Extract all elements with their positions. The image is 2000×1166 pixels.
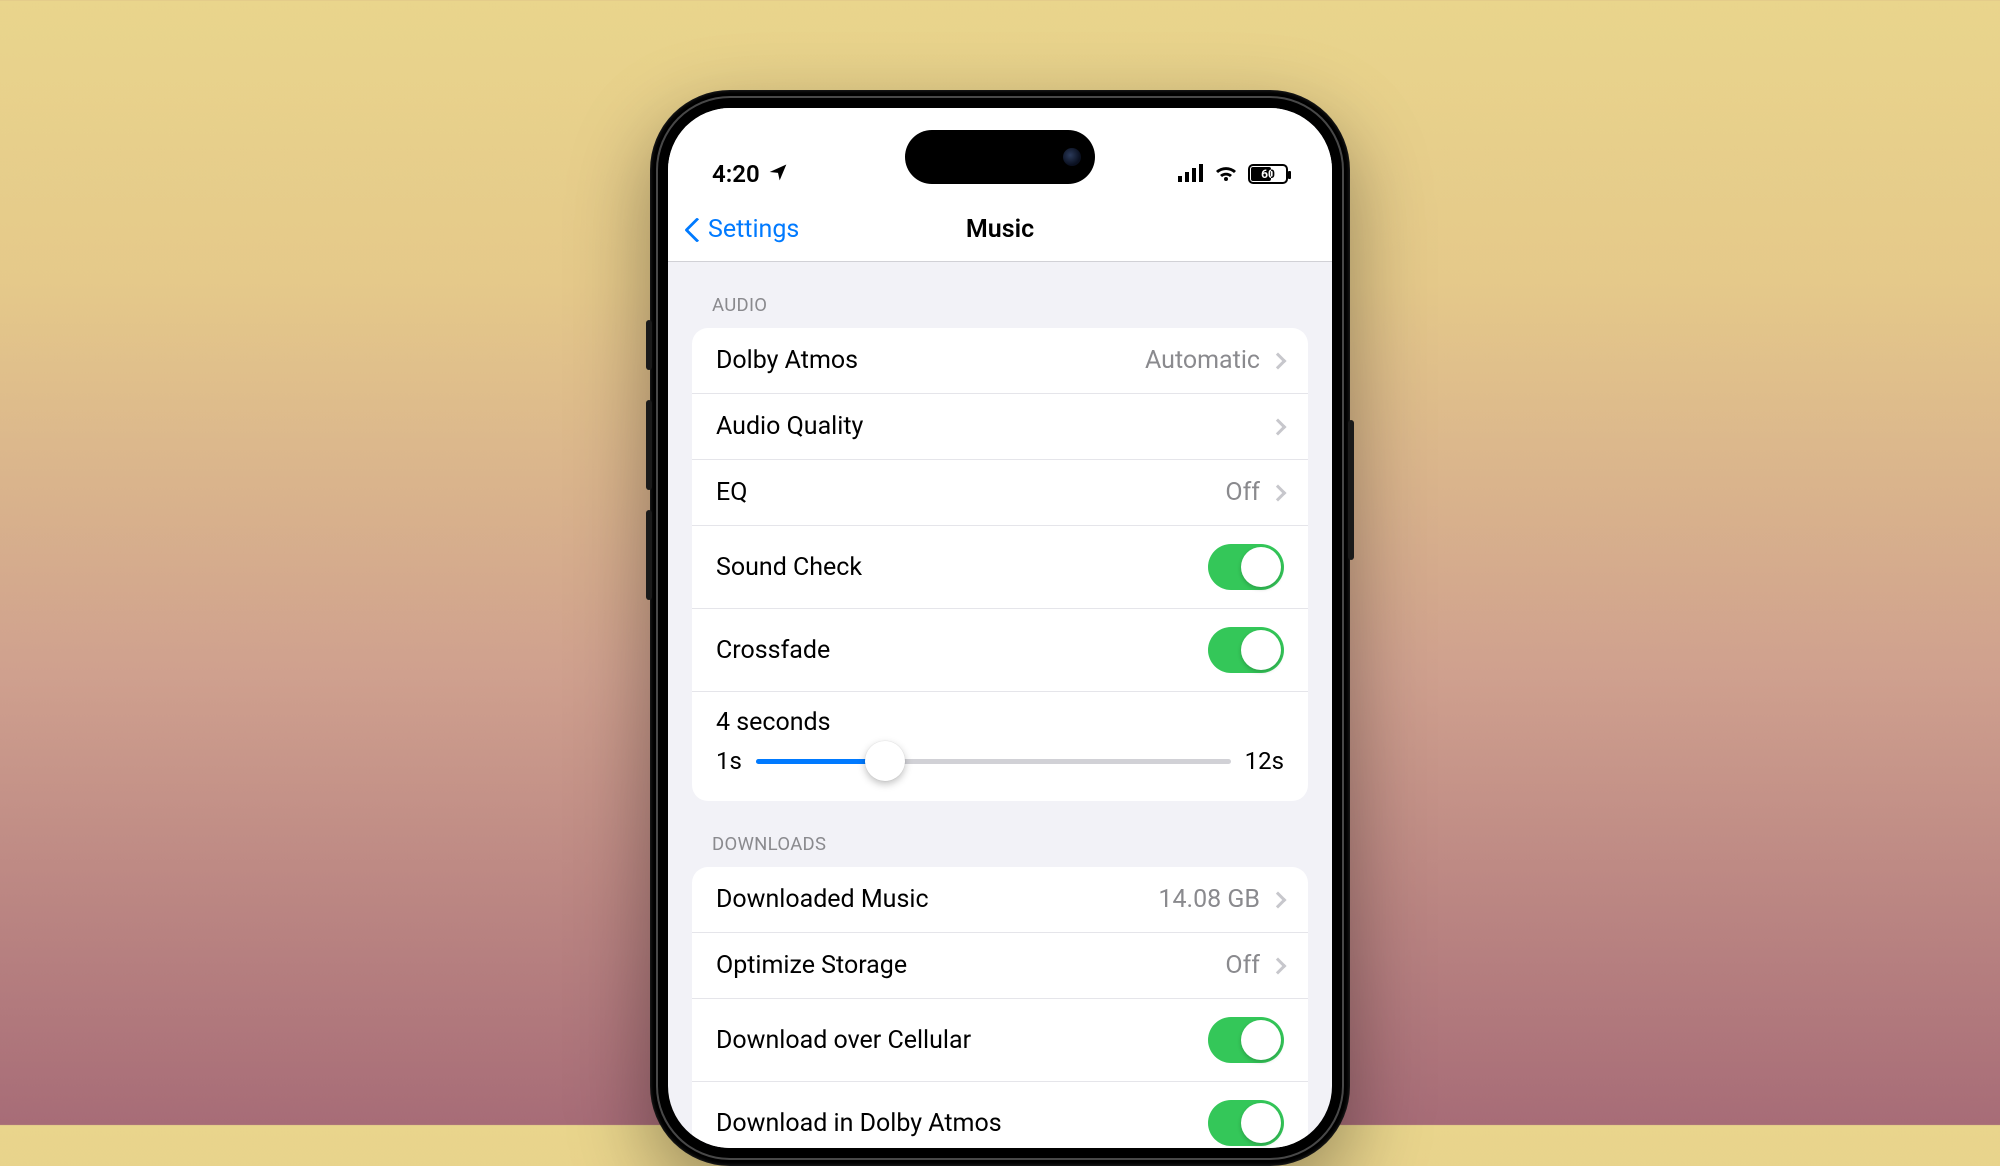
back-button[interactable]: Settings [688,198,799,261]
row-label: Downloaded Music [716,885,929,914]
row-download-dolby: Download in Dolby Atmos [692,1082,1308,1148]
row-value: 14.08 GB [1158,885,1260,914]
row-optimize-storage[interactable]: Optimize Storage Off [692,933,1308,999]
toggle-download-dolby[interactable] [1208,1100,1284,1146]
toggle-download-cellular[interactable] [1208,1017,1284,1063]
row-value: Off [1225,951,1260,980]
row-label: Download in Dolby Atmos [716,1109,1002,1138]
battery-icon: 60 [1248,164,1288,184]
group-audio: Dolby Atmos Automatic Audio Quality EQ [692,328,1308,801]
row-crossfade-slider: 4 seconds 1s 12s [692,692,1308,801]
chevron-right-icon [1270,484,1287,501]
row-sound-check: Sound Check [692,526,1308,609]
mute-switch [646,320,652,370]
chevron-right-icon [1270,352,1287,369]
row-label: Sound Check [716,553,862,582]
crossfade-slider[interactable] [756,759,1231,764]
row-label: Dolby Atmos [716,346,858,375]
toggle-sound-check[interactable] [1208,544,1284,590]
cellular-icon [1178,160,1204,188]
volume-up-button [646,400,652,490]
group-downloads: Downloaded Music 14.08 GB Optimize Stora… [692,867,1308,1148]
dynamic-island [905,130,1095,184]
row-value: Automatic [1145,346,1260,375]
location-icon [768,160,788,188]
nav-bar: Settings Music [668,198,1332,262]
volume-down-button [646,510,652,600]
row-value: Off [1225,478,1260,507]
slider-value-label: 4 seconds [716,708,1284,737]
back-label: Settings [708,215,799,244]
row-label: Optimize Storage [716,951,907,980]
toggle-crossfade[interactable] [1208,627,1284,673]
row-label: Audio Quality [716,412,863,441]
content: AUDIO Dolby Atmos Automatic Audio Qualit… [668,262,1332,1148]
chevron-left-icon [684,217,709,242]
battery-text: 60 [1250,167,1286,181]
row-label: EQ [716,478,747,507]
section-header-audio: AUDIO [668,262,1332,328]
slider-thumb[interactable] [865,741,905,781]
chevron-right-icon [1270,957,1287,974]
screen: 4:20 60 Setti [668,108,1332,1148]
row-label: Download over Cellular [716,1026,971,1055]
row-label: Crossfade [716,636,830,665]
status-time: 4:20 [712,160,760,188]
row-audio-quality[interactable]: Audio Quality [692,394,1308,460]
power-button [1348,420,1354,560]
section-header-downloads: DOWNLOADS [668,801,1332,867]
slider-min-label: 1s [716,747,742,775]
row-crossfade: Crossfade [692,609,1308,692]
camera-icon [1063,148,1081,166]
chevron-right-icon [1270,418,1287,435]
wifi-icon [1214,160,1238,188]
row-downloaded-music[interactable]: Downloaded Music 14.08 GB [692,867,1308,933]
row-eq[interactable]: EQ Off [692,460,1308,526]
chevron-right-icon [1270,891,1287,908]
page-title: Music [966,215,1034,244]
row-dolby-atmos[interactable]: Dolby Atmos Automatic [692,328,1308,394]
phone-frame: 4:20 60 Setti [650,90,1350,1166]
slider-max-label: 12s [1245,747,1284,775]
row-download-cellular: Download over Cellular [692,999,1308,1082]
